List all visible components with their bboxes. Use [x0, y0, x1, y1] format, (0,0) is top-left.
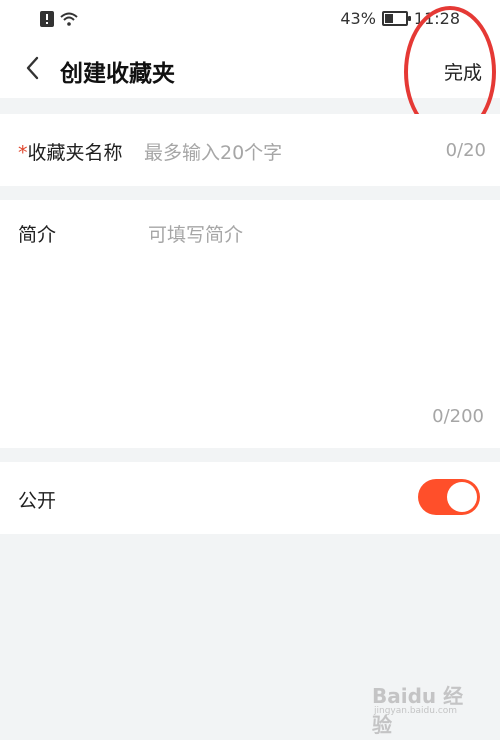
intro-counter: 0/200 [432, 406, 484, 427]
status-icons-left [40, 11, 78, 27]
intro-textarea[interactable]: 可填写简介 [148, 220, 243, 247]
back-button[interactable] [18, 54, 46, 82]
folder-name-row[interactable]: *收藏夹名称 最多输入20个字 0/20 [0, 114, 500, 186]
folder-name-counter: 0/20 [445, 140, 486, 161]
watermark-url: jingyan.baidu.com [374, 706, 458, 716]
folder-name-label-text: 收藏夹名称 [27, 142, 123, 164]
chevron-left-icon [26, 56, 39, 80]
page-title: 创建收藏夹 [60, 61, 175, 87]
public-toggle[interactable] [418, 479, 480, 515]
battery-percent: 43% [340, 9, 376, 28]
battery-icon [381, 11, 411, 26]
required-mark: * [18, 142, 28, 164]
intro-label: 简介 [18, 224, 57, 246]
public-row: 公开 [0, 462, 500, 534]
intro-row[interactable]: 简介 可填写简介 0/200 [0, 200, 500, 448]
folder-name-label: *收藏夹名称 [18, 138, 123, 165]
public-label: 公开 [18, 490, 57, 512]
alert-icon [40, 11, 54, 27]
toggle-knob [447, 482, 477, 512]
folder-name-input[interactable]: 最多输入20个字 [144, 138, 282, 165]
wifi-icon [60, 12, 78, 26]
watermark: Baidu 经验 jingyan.baidu.com [372, 680, 482, 737]
